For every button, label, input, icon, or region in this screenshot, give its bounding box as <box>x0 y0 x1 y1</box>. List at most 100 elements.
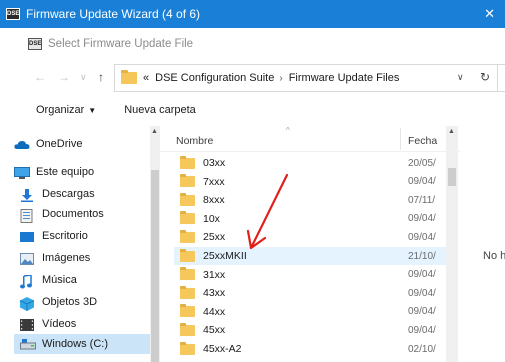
file-row[interactable]: 03xx 20/05/ <box>174 154 446 172</box>
file-date: 09/04/ <box>408 306 436 318</box>
videos-icon <box>20 318 34 331</box>
file-name: 7xxx <box>203 175 225 188</box>
file-date: 09/04/ <box>408 176 436 188</box>
file-row[interactable]: 8xxx 07/11/ <box>174 191 446 209</box>
nav-item-imagenes[interactable]: Imágenes <box>20 248 170 268</box>
file-row[interactable]: 43xx 09/04/ <box>174 284 446 302</box>
organize-label: Organizar <box>36 104 85 116</box>
file-date: 09/04/ <box>408 231 436 243</box>
window-title: Firmware Update Wizard (4 of 6) <box>26 7 201 21</box>
nav-item-objetos-3d[interactable]: Objetos 3D <box>19 292 170 312</box>
scrollbar-thumb[interactable] <box>448 168 456 186</box>
file-name: 45xx-A2 <box>203 343 242 355</box>
column-name[interactable]: Nombre <box>176 135 213 147</box>
command-toolbar: Organizar ▼ Nueva carpeta <box>0 96 505 124</box>
nav-item-label: Este equipo <box>36 166 95 178</box>
nav-item-label: OneDrive <box>36 138 83 150</box>
file-date: 09/04/ <box>408 269 436 281</box>
download-icon <box>20 188 34 202</box>
column-header: ^ Nombre Fecha <box>160 126 460 152</box>
column-date[interactable]: Fecha <box>408 135 437 147</box>
breadcrumb-item[interactable]: DSE Configuration Suite <box>155 72 274 84</box>
file-row[interactable]: 44xx 09/04/ <box>174 303 446 321</box>
file-name: 25xx <box>203 231 226 244</box>
dialog-title: Select Firmware Update File <box>48 38 194 50</box>
nav-item-descargas[interactable]: Descargas <box>20 184 170 204</box>
folder-icon <box>180 341 195 355</box>
file-row[interactable]: 45xx 09/04/ <box>174 321 446 339</box>
nav-item-videos[interactable]: Vídeos <box>20 314 170 334</box>
close-icon[interactable]: ✕ <box>484 6 495 22</box>
music-icon <box>20 273 34 288</box>
address-bar[interactable]: « DSE Configuration Suite › Firmware Upd… <box>114 64 505 92</box>
file-date: 09/04/ <box>408 287 436 299</box>
list-scrollbar[interactable]: ▲ <box>446 126 458 362</box>
folder-icon <box>180 322 195 336</box>
file-name: 31xx <box>203 268 226 281</box>
desktop-icon <box>20 231 34 242</box>
file-row[interactable]: 45xx-A2 02/10/ <box>174 340 446 358</box>
folder-icon <box>180 211 195 225</box>
chevron-right-icon[interactable]: › <box>279 73 282 84</box>
nav-item-onedrive[interactable]: OneDrive <box>14 134 164 154</box>
search-box[interactable] <box>497 64 505 92</box>
folder-icon <box>180 285 195 299</box>
up-icon[interactable]: ↑ <box>98 70 104 84</box>
forward-icon[interactable]: → <box>58 70 70 84</box>
nav-item-label: Vídeos <box>42 318 77 330</box>
dialog-app-icon: DSE <box>28 38 42 50</box>
nav-item-label: Objetos 3D <box>42 296 98 308</box>
file-date: 02/10/ <box>408 343 436 355</box>
pictures-icon <box>20 252 34 265</box>
window-titlebar: DSE Firmware Update Wizard (4 of 6) ✕ <box>0 0 505 28</box>
refresh-icon[interactable]: ↻ <box>480 70 490 84</box>
folder-icon <box>180 229 195 243</box>
breadcrumb-overflow[interactable]: « <box>143 72 149 84</box>
nav-item-windows-c[interactable]: Windows (C:) <box>14 334 150 354</box>
file-date: 07/11/ <box>408 194 436 206</box>
file-row[interactable]: 25xxMKII 21/10/ <box>174 247 446 265</box>
scroll-up-icon[interactable]: ▲ <box>151 128 158 135</box>
folder-icon <box>121 70 137 84</box>
recent-locations-icon[interactable]: ∨ <box>80 72 87 83</box>
app-icon: DSE <box>6 8 20 20</box>
file-date: 09/04/ <box>408 324 436 336</box>
folder-icon <box>180 192 195 206</box>
nav-item-label: Documentos <box>42 208 104 220</box>
back-icon[interactable]: ← <box>34 70 46 84</box>
scroll-up-icon[interactable]: ▲ <box>448 128 455 135</box>
file-row[interactable]: 31xx 09/04/ <box>174 266 446 284</box>
file-name: 25xxMKII <box>203 250 247 262</box>
preview-pane-text: No h <box>483 250 505 262</box>
file-name: 10x <box>203 212 220 225</box>
nav-item-documentos[interactable]: Documentos <box>20 204 170 224</box>
nav-item-musica[interactable]: Música <box>20 270 170 290</box>
file-row[interactable]: 7xxx 09/04/ <box>174 173 446 191</box>
nav-item-label: Escritorio <box>42 230 88 242</box>
nav-item-escritorio[interactable]: Escritorio <box>20 226 170 246</box>
breadcrumb-item[interactable]: Firmware Update Files <box>289 72 400 84</box>
folder-icon <box>180 267 195 281</box>
nav-item-label: Descargas <box>42 188 95 200</box>
file-name: 45xx <box>203 324 226 337</box>
file-row[interactable]: 10x 09/04/ <box>174 210 446 228</box>
file-name: 03xx <box>203 157 226 169</box>
sort-indicator-icon: ^ <box>286 126 290 135</box>
chevron-down-icon[interactable]: ∨ <box>457 72 464 83</box>
file-row[interactable]: 25xx 09/04/ <box>174 228 446 246</box>
folder-icon <box>180 174 195 188</box>
caret-down-icon: ▼ <box>88 106 97 115</box>
file-date: 21/10/ <box>408 250 436 262</box>
new-folder-button[interactable]: Nueva carpeta <box>124 104 196 116</box>
column-divider[interactable] <box>400 128 401 150</box>
folder-icon <box>180 155 195 169</box>
computer-icon <box>14 166 30 179</box>
scrollbar-thumb[interactable] <box>151 170 159 362</box>
nav-scrollbar[interactable]: ▲ <box>150 126 160 362</box>
nav-item-este-equipo[interactable]: Este equipo <box>14 162 164 182</box>
file-name: 43xx <box>203 287 226 300</box>
nav-item-label: Imágenes <box>42 252 91 264</box>
folder-icon <box>180 304 195 318</box>
navigation-pane: OneDrive Este equipo Descargas Documento… <box>0 126 160 362</box>
organize-button[interactable]: Organizar ▼ <box>36 104 96 116</box>
